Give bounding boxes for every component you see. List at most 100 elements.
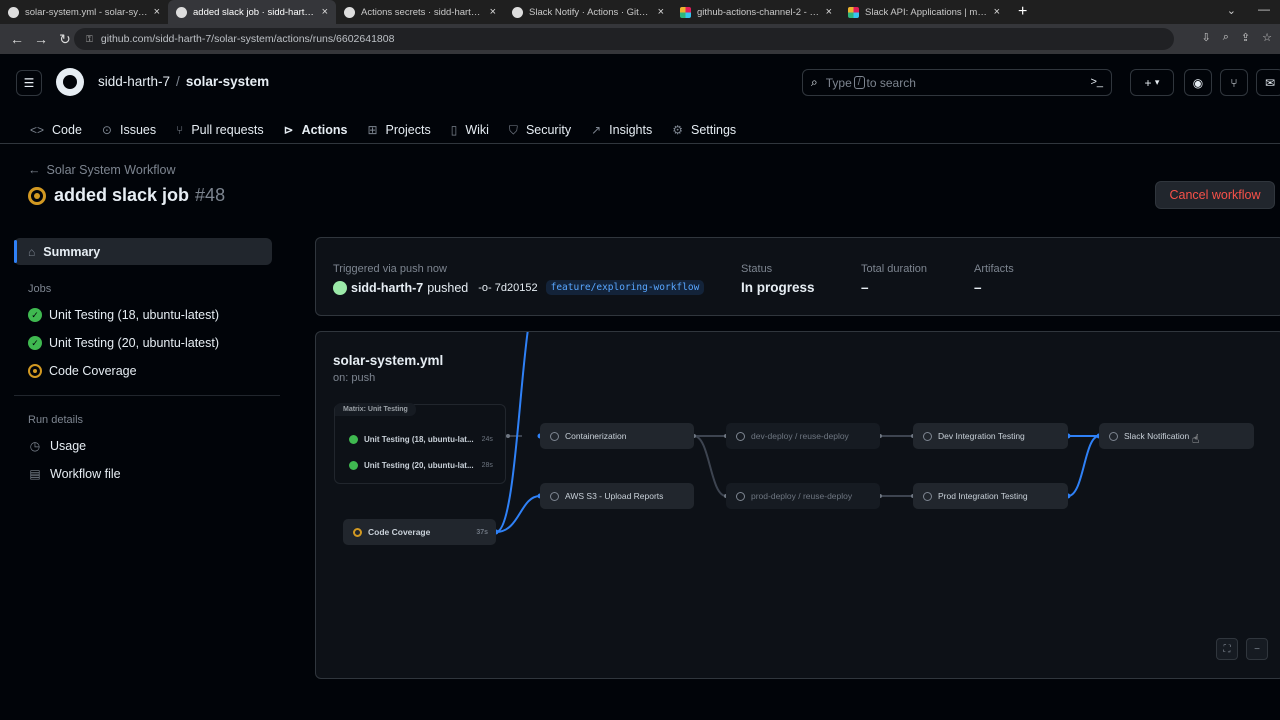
github-icon	[8, 6, 19, 18]
github-icon	[176, 6, 187, 18]
graph-job-unit-testing-20[interactable]: Unit Testing (20, ubuntu-lat... 28s	[349, 454, 493, 476]
avatar[interactable]	[333, 280, 347, 295]
hamburger-menu-icon[interactable]: ☰	[16, 70, 42, 96]
share-icon[interactable]: ⇪	[1241, 31, 1250, 44]
pending-circle-icon	[923, 431, 932, 441]
close-icon[interactable]: ×	[658, 6, 664, 18]
tab-security[interactable]: ⛉ Security	[499, 116, 581, 144]
user-link[interactable]: sidd-harth-7	[351, 281, 423, 295]
slack-icon	[680, 6, 691, 18]
graph-job-unit-testing-18[interactable]: Unit Testing (18, ubuntu-lat... 24s	[349, 428, 493, 450]
close-icon[interactable]: ×	[322, 6, 328, 18]
duration-value: –	[861, 280, 869, 295]
code-icon: <>	[30, 123, 45, 137]
forward-icon[interactable]: →	[34, 31, 48, 47]
graph-job-dev-deploy[interactable]: dev-deploy / reuse-deploy	[726, 423, 880, 449]
jobs-heading: Jobs	[28, 283, 52, 295]
pending-circle-icon	[550, 431, 559, 441]
inbox-button[interactable]: ✉	[1256, 69, 1280, 96]
close-icon[interactable]: ×	[490, 6, 496, 18]
in-progress-icon	[353, 527, 362, 537]
new-tab-button[interactable]: +	[1018, 3, 1027, 21]
create-new-button[interactable]: + ▾	[1130, 69, 1174, 96]
repo-link[interactable]: solar-system	[186, 74, 269, 89]
issue-icon: ⊙	[101, 123, 112, 137]
bookmark-star-icon[interactable]: ☆	[1262, 31, 1272, 44]
browser-tab[interactable]: github-actions-channel-2 - mcd ×	[672, 0, 840, 24]
fullscreen-icon[interactable]: ⛶	[1216, 638, 1238, 660]
graph-job-containerization[interactable]: Containerization	[540, 423, 694, 449]
shield-icon: ⛉	[508, 122, 518, 137]
sidebar-job[interactable]: Code Coverage	[14, 357, 280, 385]
tab-pull-requests[interactable]: ⑂ Pull requests	[166, 116, 273, 144]
matrix-label: Matrix: Unit Testing	[335, 403, 416, 416]
sidebar-item-workflow-file[interactable]: ▤ Workflow file	[14, 460, 280, 488]
trigger-text: Triggered via push now	[333, 263, 447, 275]
reload-icon[interactable]: ↻	[58, 31, 72, 48]
artifacts-value: –	[974, 280, 982, 295]
url-input[interactable]: ⚿ github.com/sidd-harth-7/solar-system/a…	[74, 28, 1174, 50]
pull-request-icon: ⑂	[1230, 75, 1238, 90]
close-icon[interactable]: ×	[826, 6, 832, 18]
home-icon: ⌂	[28, 244, 36, 259]
tab-projects[interactable]: ⊞ Projects	[357, 116, 440, 144]
sidebar-item-summary[interactable]: ⌂ Summary	[14, 238, 272, 265]
zoom-icon[interactable]: ⌕	[1223, 31, 1229, 44]
tab-settings[interactable]: ⚙ Settings	[662, 116, 746, 144]
artifacts-label: Artifacts	[974, 263, 1014, 275]
sidebar-job[interactable]: ✓ Unit Testing (18, ubuntu-latest)	[14, 301, 280, 329]
github-icon	[512, 6, 523, 18]
check-circle-icon	[349, 434, 358, 444]
tab-code[interactable]: <> Code	[20, 116, 92, 144]
book-icon: ▯	[450, 123, 458, 137]
graph-job-dev-integration-testing[interactable]: Dev Integration Testing	[913, 423, 1068, 449]
check-circle-icon: ✓	[28, 308, 42, 322]
sidebar-item-usage[interactable]: ◷ Usage	[14, 432, 280, 460]
graph-job-prod-deploy[interactable]: prod-deploy / reuse-deploy	[726, 483, 880, 509]
search-input[interactable]: ⌕ Type / to search >_	[802, 69, 1112, 96]
divider	[14, 395, 280, 396]
github-logo-icon[interactable]	[56, 68, 84, 96]
command-palette-icon[interactable]: >_	[1090, 76, 1103, 88]
pending-circle-icon	[736, 491, 745, 501]
github-icon	[344, 6, 355, 18]
back-icon[interactable]: ←	[10, 31, 24, 47]
table-icon: ⊞	[367, 123, 378, 137]
close-icon[interactable]: ×	[994, 6, 1000, 18]
pending-circle-icon	[736, 431, 745, 441]
owner-link[interactable]: sidd-harth-7	[98, 74, 170, 89]
browser-tab[interactable]: Actions secrets · sidd-harth-7/so ×	[336, 0, 504, 24]
tab-insights[interactable]: ↗ Insights	[581, 116, 662, 144]
tab-actions[interactable]: ⊳ Actions	[273, 116, 358, 154]
tab-wiki[interactable]: ▯ Wiki	[441, 116, 499, 144]
cancel-workflow-button[interactable]: Cancel workflow	[1155, 181, 1275, 209]
status-value: In progress	[741, 280, 815, 295]
graph-job-aws-s3[interactable]: AWS S3 - Upload Reports	[540, 483, 694, 509]
zoom-out-icon[interactable]: −	[1246, 638, 1268, 660]
pull-request-icon: ⑂	[176, 123, 184, 137]
issues-button[interactable]: ◉	[1184, 69, 1212, 96]
browser-tab[interactable]: solar-system.yml - solar-system ×	[0, 0, 168, 24]
breadcrumb-separator: /	[176, 74, 180, 89]
sidebar-job[interactable]: ✓ Unit Testing (20, ubuntu-latest)	[14, 329, 280, 357]
install-icon[interactable]: ⇩	[1202, 31, 1211, 44]
run-info-panel: Triggered via push now sidd-harth-7 push…	[315, 237, 1280, 316]
browser-tab[interactable]: Slack Notify · Actions · GitHub M ×	[504, 0, 672, 24]
pull-requests-button[interactable]: ⑂	[1220, 69, 1248, 96]
branch-badge[interactable]: feature/exploring-workflow	[545, 280, 705, 295]
lock-icon: ⚿	[86, 33, 93, 44]
graph-job-prod-integration-testing[interactable]: Prod Integration Testing	[913, 483, 1068, 509]
browser-tab[interactable]: Slack API: Applications | mcd-lev ×	[840, 0, 1008, 24]
workflow-back-link[interactable]: ← Solar System Workflow	[28, 163, 175, 177]
graph-job-code-coverage[interactable]: Code Coverage 37s	[343, 519, 496, 545]
close-icon[interactable]: ×	[154, 6, 160, 18]
graph-job-slack-notification[interactable]: Slack Notification	[1099, 423, 1254, 449]
status-label: Status	[741, 263, 773, 275]
tab-issues[interactable]: ⊙ Issues	[92, 116, 166, 144]
commit-sha-link[interactable]: -o- 7d20152	[478, 282, 537, 294]
chevron-down-icon[interactable]: ⌄	[1227, 4, 1236, 17]
in-progress-icon	[28, 186, 46, 205]
workflow-graph: solar-system.yml on: push Matrix: Unit T…	[315, 331, 1280, 679]
browser-tab-active[interactable]: added slack job · sidd-harth-7/so ×	[168, 0, 336, 24]
minimize-icon[interactable]: —	[1258, 2, 1270, 16]
